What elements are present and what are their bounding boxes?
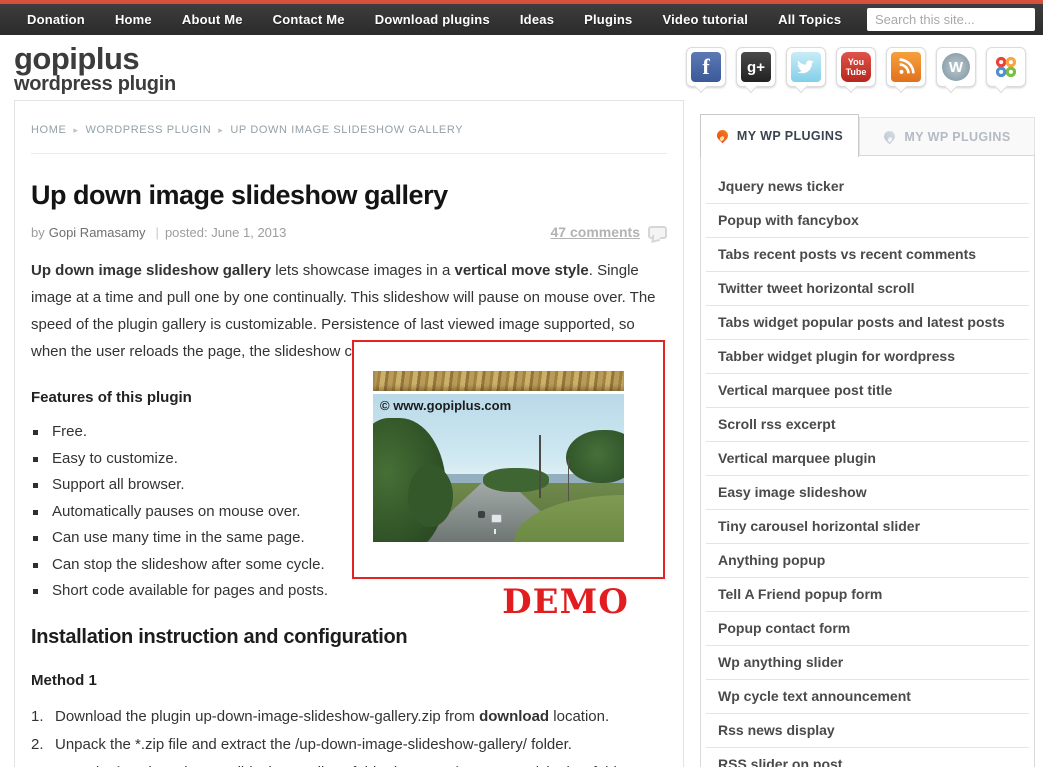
demo-slideshow-previous-image xyxy=(373,371,624,391)
google-plus-icon[interactable]: g+ xyxy=(736,47,776,87)
feature-item: Can use many time in the same page. xyxy=(31,525,351,552)
nav-item-download-plugins[interactable]: Download plugins xyxy=(360,12,505,27)
sidebar-item-jquery-news-ticker[interactable]: Jquery news ticker xyxy=(706,170,1029,204)
main-nav: Donation Home About Me Contact Me Downlo… xyxy=(0,4,1043,35)
site-logo[interactable]: gopiplus wordpress plugin xyxy=(14,41,176,95)
nav-item-home[interactable]: Home xyxy=(100,12,167,27)
nav-item-all-topics[interactable]: All Topics xyxy=(763,12,856,27)
sidebar-item-tell-a-friend[interactable]: Tell A Friend popup form xyxy=(706,578,1029,612)
breadcrumb-current: UP DOWN IMAGE SLIDESHOW GALLERY xyxy=(230,124,464,136)
sidebar-item-rss-news-display[interactable]: Rss news display xyxy=(706,714,1029,748)
demo-slideshow-frame: © www.gopiplus.com xyxy=(352,340,665,579)
feature-item: Free. xyxy=(31,419,351,446)
twitter-bird-icon xyxy=(797,60,815,74)
breadcrumb: HOME ▸ WORDPRESS PLUGIN ▸ UP DOWN IMAGE … xyxy=(31,101,667,154)
page: Donation Home About Me Contact Me Downlo… xyxy=(0,0,1043,767)
sidebar-item-vertical-marquee-plugin[interactable]: Vertical marquee plugin xyxy=(706,442,1029,476)
byline-divider: | xyxy=(155,224,159,240)
search-box xyxy=(867,8,1043,31)
sidebar-item-rss-slider-on-post[interactable]: RSS slider on post xyxy=(706,748,1029,767)
sidebar-item-wp-cycle-text[interactable]: Wp cycle text announcement xyxy=(706,680,1029,714)
sidebar-item-tabs-recent-posts[interactable]: Tabs recent posts vs recent comments xyxy=(706,238,1029,272)
facebook-icon[interactable]: f xyxy=(686,47,726,87)
page-title: Up down image slideshow gallery xyxy=(31,180,448,210)
sidebar-item-popup-contact-form[interactable]: Popup contact form xyxy=(706,612,1029,646)
nav-item-about-me[interactable]: About Me xyxy=(167,12,258,27)
feature-item: Automatically pauses on mouse over. xyxy=(31,499,351,526)
comments: 47 comments xyxy=(551,224,667,240)
nav-item-video-tutorial[interactable]: Video tutorial xyxy=(647,12,763,27)
sidebar-item-wp-anything-slider[interactable]: Wp anything slider xyxy=(706,646,1029,680)
sidebar-item-easy-image-slideshow[interactable]: Easy image slideshow xyxy=(706,476,1029,510)
demo-slideshow-image: © www.gopiplus.com xyxy=(373,394,624,542)
tab-my-wp-plugins-active[interactable]: MY WP PLUGINS xyxy=(700,114,859,157)
posted-date: posted: June 1, 2013 xyxy=(164,224,287,240)
flame-icon xyxy=(883,129,896,145)
flame-icon xyxy=(716,128,729,144)
comments-link[interactable]: 47 comments xyxy=(551,224,640,240)
breadcrumb-separator-icon: ▸ xyxy=(218,124,224,135)
sidebar-item-tiny-carousel-slider[interactable]: Tiny carousel horizontal slider xyxy=(706,510,1029,544)
twitter-icon[interactable] xyxy=(786,47,826,87)
demo-link[interactable]: DEMO xyxy=(498,582,633,622)
sidebar-item-scroll-rss-excerpt[interactable]: Scroll rss excerpt xyxy=(706,408,1029,442)
sidebar-plugins-panel: Jquery news ticker Popup with fancybox T… xyxy=(700,155,1035,767)
sidebar-item-twitter-tweet-scroll[interactable]: Twitter tweet horizontal scroll xyxy=(706,272,1029,306)
image-watermark: © www.gopiplus.com xyxy=(380,398,512,413)
wordpress-icon[interactable]: W xyxy=(936,47,976,87)
sidebar-item-popup-with-fancybox[interactable]: Popup with fancybox xyxy=(706,204,1029,238)
feature-item: Can stop the slideshow after some cycle. xyxy=(31,552,351,579)
nav-item-plugins[interactable]: Plugins xyxy=(569,12,647,27)
install-step: 2. Unpack the *.zip file and extract the … xyxy=(31,735,572,753)
rss-icon[interactable] xyxy=(886,47,926,87)
tab-my-wp-plugins-inactive[interactable]: MY WP PLUGINS xyxy=(859,117,1035,155)
search-input[interactable] xyxy=(875,12,1043,27)
feature-item: Short code available for pages and posts… xyxy=(31,578,351,605)
breadcrumb-wordpress-plugin[interactable]: WORDPRESS PLUGIN xyxy=(86,124,212,136)
install-heading: Installation instruction and configurati… xyxy=(31,625,408,648)
nav-item-donation[interactable]: Donation xyxy=(12,12,100,27)
comment-bubble-icon xyxy=(648,225,667,239)
byline: by Gopi Ramasamy | posted: June 1, 2013 … xyxy=(31,224,667,240)
method-heading: Method 1 xyxy=(31,671,97,689)
byline-by: by xyxy=(31,224,45,240)
sidebar-item-anything-popup[interactable]: Anything popup xyxy=(706,544,1029,578)
breadcrumb-separator-icon: ▸ xyxy=(73,124,79,135)
sidebar-item-tabber-widget[interactable]: Tabber widget plugin for wordpress xyxy=(706,340,1029,374)
rss-waves-icon xyxy=(899,58,915,74)
sidebar-item-tabs-widget-popular[interactable]: Tabs widget popular posts and latest pos… xyxy=(706,306,1029,340)
author-link[interactable]: Gopi Ramasamy xyxy=(49,225,146,240)
logo-line2: wordpress plugin xyxy=(14,73,176,95)
features-list: Free. Easy to customize. Support all bro… xyxy=(31,419,351,605)
install-steps: 1. Download the plugin up-down-image-slid… xyxy=(31,703,667,767)
feature-item: Easy to customize. xyxy=(31,446,351,473)
nav-item-contact-me[interactable]: Contact Me xyxy=(258,12,360,27)
install-step: 3.Drop the `up-down-image-slideshow-gall… xyxy=(31,759,667,767)
install-step: 1. Download the plugin up-down-image-slid… xyxy=(31,707,610,725)
breadcrumb-home[interactable]: HOME xyxy=(31,124,66,136)
feature-item: Support all browser. xyxy=(31,472,351,499)
sidebar-item-vertical-marquee-post-title[interactable]: Vertical marquee post title xyxy=(706,374,1029,408)
youtube-icon[interactable]: You Tube xyxy=(836,47,876,87)
nav-item-ideas[interactable]: Ideas xyxy=(505,12,569,27)
logo-line1: gopiplus xyxy=(14,41,140,76)
sidebar-plugins-list: Jquery news ticker Popup with fancybox T… xyxy=(701,156,1034,767)
joomla-star-icon xyxy=(995,56,1017,78)
joomla-icon[interactable] xyxy=(986,47,1026,87)
